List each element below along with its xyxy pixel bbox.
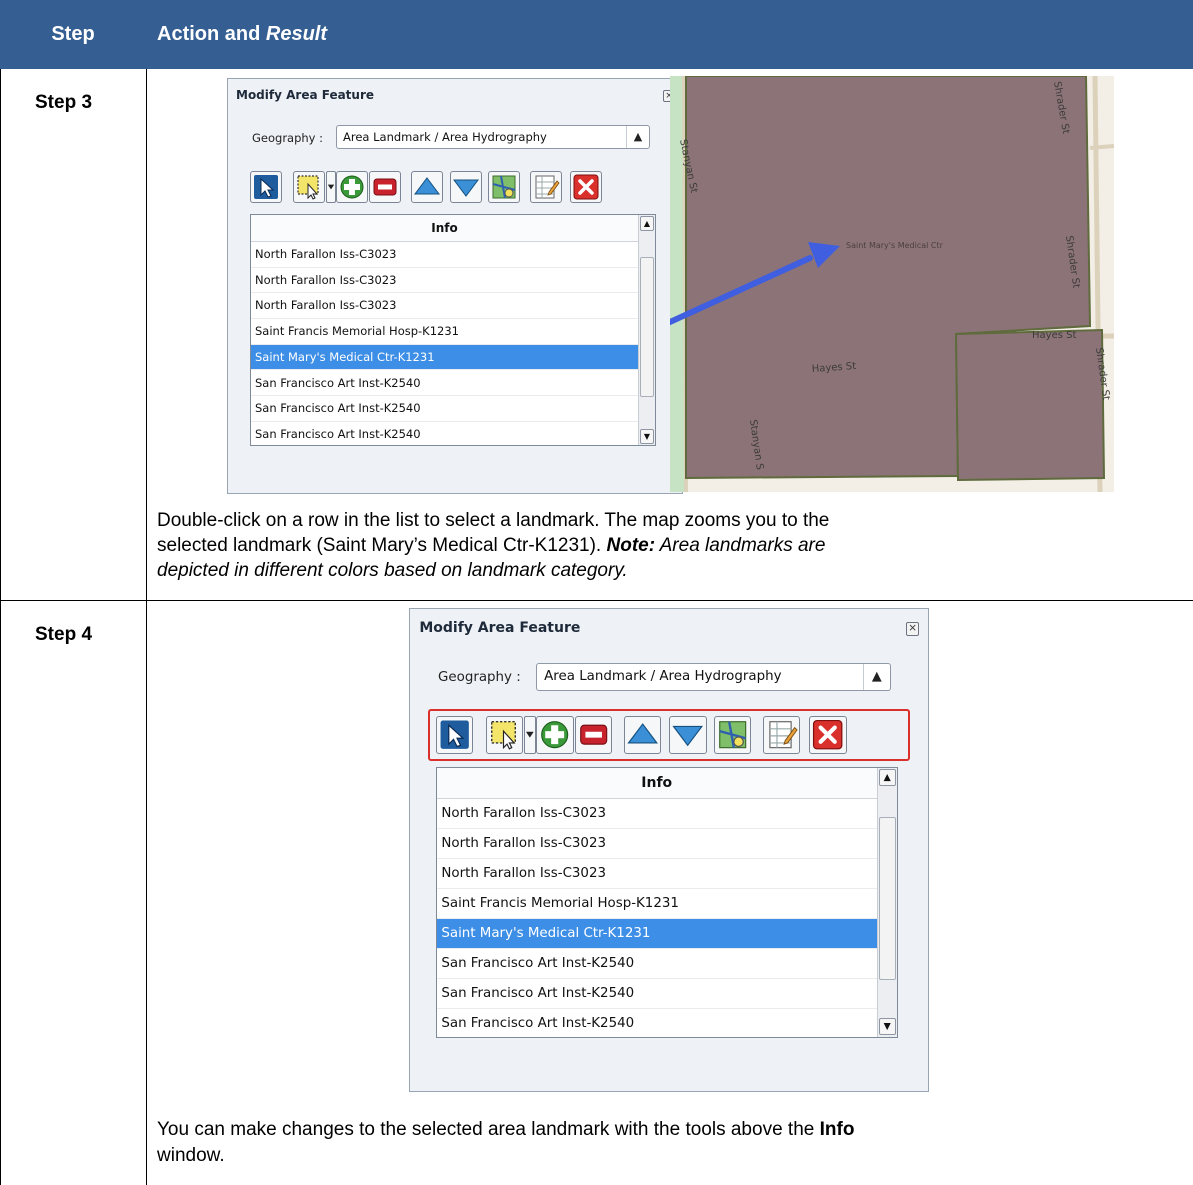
map-canvas: Saint Mary's Medical Ctr Stanyan St Stan… bbox=[670, 76, 1114, 492]
chevron-down-icon bbox=[327, 184, 335, 190]
table-row[interactable]: North Farallon Iss-C3023 bbox=[436, 829, 877, 860]
step-3-description: Double-click on a row in the list to sel… bbox=[157, 510, 830, 581]
step4-delete-button[interactable] bbox=[809, 716, 847, 754]
table-row[interactable]: San Francisco Art Inst-K2540 bbox=[251, 396, 638, 422]
step-4-description: You can make changes to the selected are… bbox=[157, 1119, 855, 1166]
step4-move-down-button[interactable] bbox=[669, 716, 707, 754]
step4-add-button[interactable] bbox=[536, 716, 574, 754]
step4-geography-select[interactable]: Area Landmark / Area Hydrography ▲︎ bbox=[536, 662, 891, 691]
scroll-down-icon[interactable]: ▼︎ bbox=[878, 1017, 896, 1036]
chevron-down-icon bbox=[526, 732, 535, 739]
step3-move-up-button[interactable] bbox=[411, 171, 443, 203]
step4-select-mode-dropdown[interactable] bbox=[524, 716, 537, 754]
table-row[interactable]: San Francisco Art Inst-K2540 bbox=[436, 979, 877, 1010]
modify-area-feature-dialog-step4: Modify Area Feature × Geography : Area Lan… bbox=[409, 608, 929, 1092]
step3-select-arrow-icon: ▲︎ bbox=[626, 126, 649, 148]
step3-delete-button[interactable] bbox=[570, 171, 602, 203]
row-divider bbox=[0, 600, 1193, 601]
step-3-label: Step 3 bbox=[35, 92, 93, 113]
step-4-label: Step 4 bbox=[35, 624, 93, 645]
table-row[interactable]: San Francisco Art Inst-K2540 bbox=[437, 1009, 877, 1036]
column-divider bbox=[146, 69, 147, 1185]
step4-move-up-button[interactable] bbox=[623, 716, 662, 754]
table-row[interactable]: North Farallon Iss-C3023 bbox=[251, 242, 638, 268]
step3-dialog-title: Modify Area Feature bbox=[236, 88, 375, 102]
scroll-down-icon[interactable]: ▼︎ bbox=[640, 429, 654, 444]
scroll-thumb[interactable] bbox=[878, 816, 896, 981]
note-label: Note: bbox=[606, 535, 656, 556]
table-row[interactable]: North Farallon Iss-C3023 bbox=[436, 799, 877, 830]
landmark-label: Saint Mary's Medical Ctr bbox=[846, 241, 944, 250]
step4-map-zoom-button[interactable] bbox=[713, 716, 752, 754]
scroll-thumb[interactable] bbox=[640, 257, 654, 397]
table-row[interactable]: San Francisco Art Inst-K2540 bbox=[251, 422, 638, 445]
step3-select-box-button[interactable] bbox=[293, 171, 325, 203]
result-label: Result bbox=[265, 23, 328, 45]
step3-remove-button[interactable] bbox=[369, 171, 401, 203]
map-view[interactable]: Saint Mary's Medical Ctr Stanyan St Stan… bbox=[670, 76, 1114, 492]
step4-list-scrollbar[interactable]: ▲︎ ▼︎ bbox=[876, 767, 897, 1037]
table-row[interactable]: San Francisco Art Inst-K2540 bbox=[251, 371, 638, 397]
street-minor bbox=[1089, 144, 1114, 150]
table-row[interactable]: North Farallon Iss-C3023 bbox=[436, 859, 877, 890]
action-column-header: Action and Result bbox=[157, 23, 328, 45]
table-row[interactable]: Saint Francis Memorial Hosp-K1231 bbox=[436, 889, 877, 920]
step4-select-arrow-icon: ▲︎ bbox=[862, 663, 890, 690]
landmark-polygon-annex[interactable] bbox=[954, 328, 1106, 482]
step4-close-button[interactable]: × bbox=[905, 621, 920, 636]
modify-area-feature-dialog-step3: Modify Area Feature × Geography : Area Lan… bbox=[227, 78, 683, 494]
step4-info-list[interactable]: Info North Farallon Iss-C3023 North Farall… bbox=[435, 766, 898, 1038]
step4-remove-button[interactable] bbox=[574, 716, 613, 754]
step3-info-column-header[interactable]: Info bbox=[251, 215, 638, 242]
table-row[interactable]: Saint Mary's Medical Ctr-K1231 bbox=[436, 919, 877, 950]
step4-info-column-header[interactable]: Info bbox=[436, 767, 877, 800]
street-label-hayes-2: Hayes St bbox=[1032, 330, 1076, 341]
step3-edit-table-button[interactable] bbox=[530, 171, 562, 203]
table-row[interactable]: North Farallon Iss-C3023 bbox=[251, 268, 638, 294]
step3-info-list[interactable]: Info North Farallon Iss-C3023 North Farall… bbox=[250, 214, 656, 446]
table-left-border bbox=[0, 69, 1, 1185]
scroll-up-icon[interactable]: ▲︎ bbox=[878, 768, 896, 787]
step4-geography-label: Geography : bbox=[438, 669, 521, 685]
step3-list-scrollbar[interactable]: ▲︎ ▼︎ bbox=[638, 215, 655, 445]
step3-select-pointer-button[interactable] bbox=[250, 171, 282, 203]
step3-add-button[interactable] bbox=[336, 171, 368, 203]
step3-geography-label: Geography : bbox=[252, 131, 324, 145]
step3-select-mode-dropdown[interactable] bbox=[326, 171, 336, 203]
info-label: Info bbox=[819, 1119, 855, 1140]
step4-dialog-title: Modify Area Feature bbox=[419, 619, 581, 636]
step3-map-zoom-button[interactable] bbox=[488, 171, 520, 203]
table-row[interactable]: North Farallon Iss-C3023 bbox=[251, 293, 638, 320]
table-row[interactable]: Saint Mary's Medical Ctr-K1231 bbox=[251, 344, 638, 371]
step3-geography-select[interactable]: Area Landmark / Area Hydrography ▲︎ bbox=[336, 125, 650, 149]
table-row[interactable]: Saint Francis Memorial Hosp-K1231 bbox=[251, 319, 638, 345]
table-row[interactable]: San Francisco Art Inst-K2540 bbox=[436, 949, 877, 980]
step3-move-down-button[interactable] bbox=[450, 171, 482, 203]
table-header: Step Action and Result bbox=[0, 0, 1193, 69]
step4-select-pointer-button[interactable] bbox=[435, 716, 474, 754]
step4-select-box-button[interactable] bbox=[485, 716, 524, 754]
scroll-up-icon[interactable]: ▲︎ bbox=[640, 216, 654, 231]
step-column-header: Step bbox=[51, 23, 95, 45]
step4-edit-table-button[interactable] bbox=[762, 716, 801, 754]
